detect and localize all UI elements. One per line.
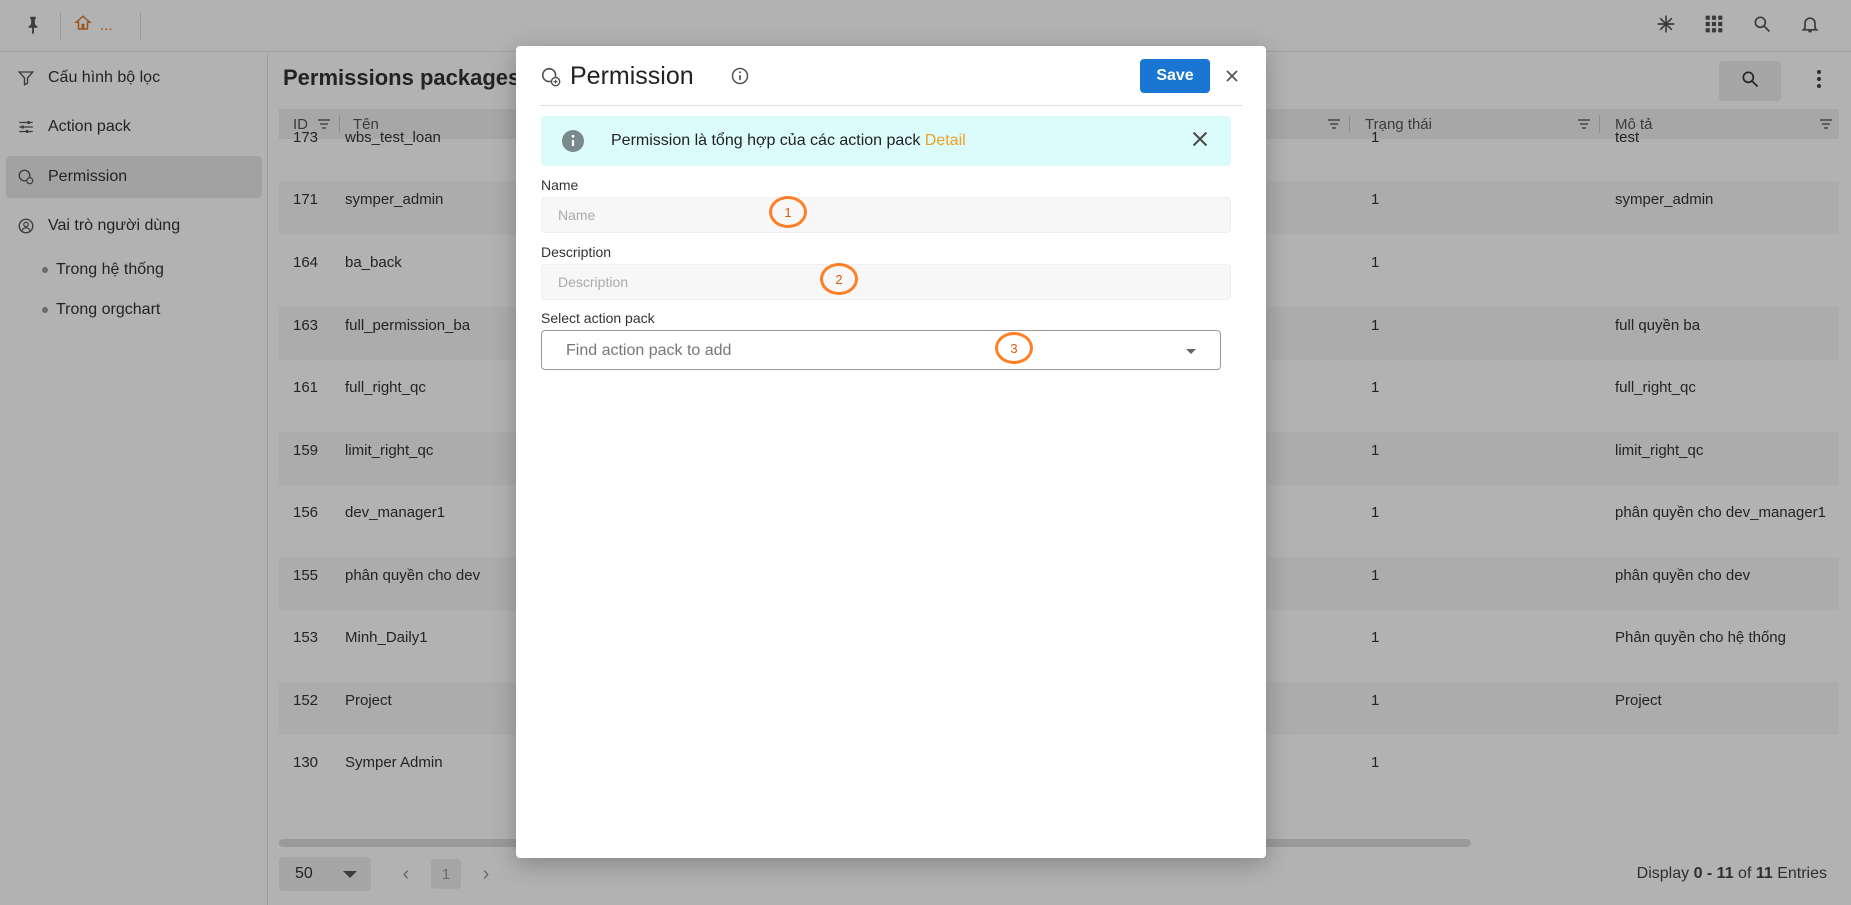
- action-pack-select[interactable]: Find action pack to add: [541, 330, 1221, 370]
- permission-dialog: Permission Save Permission là tổng hợp c…: [516, 46, 1266, 858]
- name-label: Name: [541, 177, 579, 193]
- annotation-marker: 2: [820, 263, 858, 295]
- caret-down-icon: [1186, 349, 1196, 354]
- annotation-marker: 3: [995, 332, 1033, 364]
- detail-link[interactable]: Detail: [925, 132, 966, 149]
- dialog-header: Permission Save: [540, 46, 1242, 106]
- annotation-marker: 1: [769, 196, 807, 228]
- description-label: Description: [541, 244, 612, 260]
- action-pack-label: Select action pack: [541, 310, 655, 326]
- close-icon[interactable]: [1220, 64, 1244, 88]
- info-alert: Permission là tổng hợp của các action pa…: [541, 116, 1231, 166]
- alert-message: Permission là tổng hợp của các action pa…: [611, 132, 925, 149]
- info-filled-icon: [561, 129, 585, 153]
- save-button[interactable]: Save: [1140, 59, 1210, 93]
- info-icon[interactable]: [730, 66, 752, 88]
- permission-icon: [540, 66, 564, 90]
- name-input[interactable]: [541, 197, 1231, 233]
- action-pack-placeholder: Find action pack to add: [566, 342, 732, 359]
- description-input[interactable]: [541, 264, 1231, 300]
- close-icon[interactable]: [1191, 130, 1213, 152]
- alert-text: Permission là tổng hợp của các action pa…: [611, 132, 966, 150]
- dialog-title: Permission: [570, 62, 694, 90]
